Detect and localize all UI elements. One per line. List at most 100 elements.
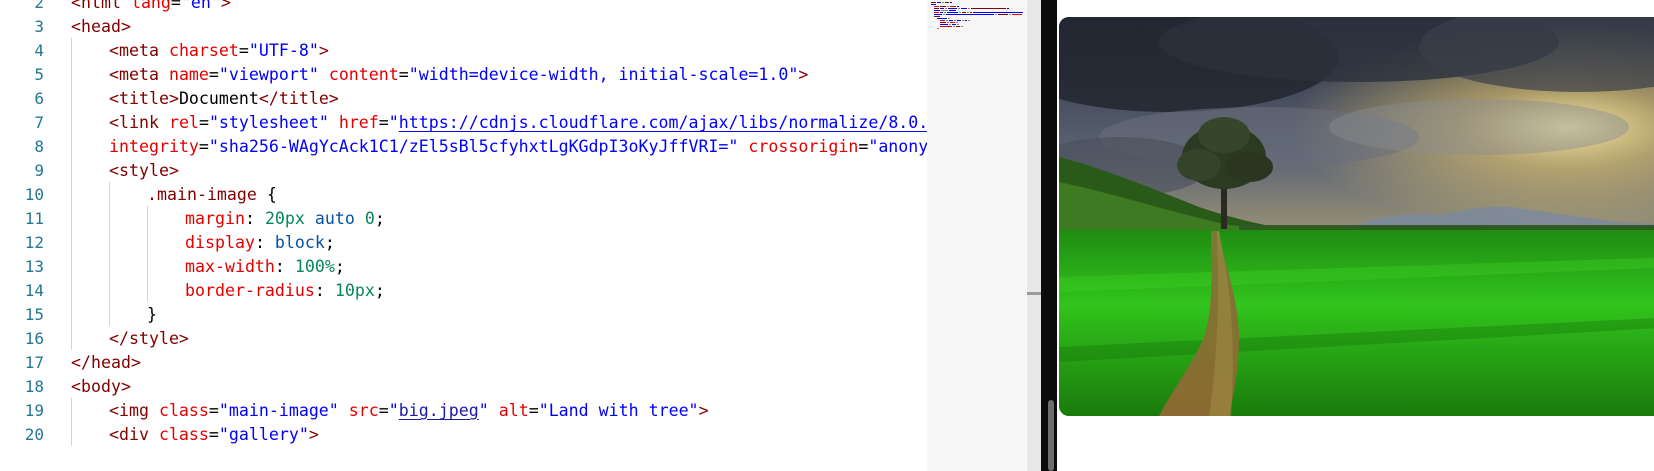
code-token: name <box>168 65 209 84</box>
code-token: " <box>388 113 399 132</box>
indent-guide <box>147 254 148 278</box>
code-line[interactable]: integrity="sha256-WAgYcAck1C1/zEl5sBl5cf… <box>109 134 927 159</box>
minimap-token <box>958 8 960 9</box>
code-token: 20px <box>264 209 305 228</box>
code-token[interactable]: big.jpeg <box>399 401 479 420</box>
code-line[interactable]: <html lang="en"> <box>71 0 231 15</box>
minimap-token <box>954 20 956 21</box>
code-token: "anonymous" <box>868 137 927 156</box>
code-token: : <box>274 257 295 276</box>
code-line[interactable]: .main-image { <box>147 182 277 207</box>
code-token: border-radius <box>185 281 315 300</box>
code-line[interactable]: } <box>147 302 157 327</box>
code-token: : <box>314 281 335 300</box>
code-line[interactable]: </head> <box>71 350 141 375</box>
code-token: = <box>398 65 409 84</box>
code-token: = <box>198 137 209 156</box>
code-line[interactable]: <body> <box>71 374 131 399</box>
minimap-token <box>949 24 951 25</box>
minimap-token <box>940 22 946 23</box>
code-line[interactable]: <link rel="stylesheet" href="https://cdn… <box>109 110 927 135</box>
code-token: = <box>208 65 219 84</box>
code-token: " <box>478 401 489 420</box>
indent-guide <box>71 326 72 350</box>
code-token: ; <box>334 257 345 276</box>
minimap-token <box>940 26 952 27</box>
code-token: ; <box>324 233 335 252</box>
minimap-token <box>995 14 997 15</box>
minimap-token <box>934 10 940 11</box>
indent-guide <box>71 158 72 182</box>
code-token: rel <box>168 113 199 132</box>
code-token: integrity <box>109 137 199 156</box>
code-line[interactable]: <meta name="viewport" content="width=dev… <box>109 62 808 87</box>
code-line[interactable]: <img class="main-image" src="big.jpeg" a… <box>109 398 709 423</box>
minimap-token <box>968 20 970 21</box>
minimap-token <box>943 14 945 15</box>
minimap-token <box>937 18 947 19</box>
indent-guide <box>109 302 110 326</box>
main-image <box>1059 17 1654 416</box>
code-line[interactable]: margin: 20px auto 0; <box>185 206 385 231</box>
code-line[interactable]: <head> <box>71 14 131 39</box>
minimap-token <box>940 24 948 25</box>
minimap-token <box>934 8 939 9</box>
code-token: > <box>798 65 809 84</box>
code-token: "UTF-8" <box>248 41 319 60</box>
minimap-token <box>956 26 960 27</box>
code-token: <head> <box>71 17 131 36</box>
minimap-token <box>970 12 972 13</box>
indent-guide <box>147 206 148 230</box>
preview-scrollbar-thumb[interactable] <box>1048 400 1054 471</box>
code-token: src <box>348 401 379 420</box>
code-line[interactable]: border-radius: 10px; <box>185 278 385 303</box>
indent-guide <box>71 422 72 446</box>
code-token: Document <box>178 89 259 108</box>
code-token: = <box>208 425 219 444</box>
minimap-token <box>937 28 939 29</box>
minimap-token <box>947 22 949 23</box>
minimap-token <box>962 12 966 13</box>
code-token: > <box>220 0 231 12</box>
code-line[interactable]: </style> <box>109 326 189 351</box>
minimap-token <box>940 12 943 13</box>
code-line[interactable]: display: block; <box>185 230 335 255</box>
code-line[interactable]: <div class="gallery"> <box>109 422 319 447</box>
minimap-token <box>931 4 936 5</box>
code-token: "stylesheet" <box>208 113 329 132</box>
code-line[interactable]: <title>Document</title> <box>109 86 339 111</box>
code-token: href <box>338 113 379 132</box>
minimap-token <box>957 6 959 7</box>
code-token: = <box>528 401 539 420</box>
code-token[interactable]: https://cdnjs.cloudflare.com/ajax/libs/n… <box>399 113 927 132</box>
code-token: <body> <box>71 377 131 396</box>
code-line[interactable]: max-width: 100%; <box>185 254 345 279</box>
minimap-token <box>946 20 948 21</box>
code-line[interactable]: <style> <box>109 158 179 183</box>
minimap-token <box>957 20 961 21</box>
minimap[interactable] <box>927 0 1027 471</box>
code-line[interactable]: <meta charset="UTF-8"> <box>109 38 329 63</box>
code-token: { <box>256 185 277 204</box>
minimap-token <box>942 2 944 3</box>
code-token: class <box>158 425 209 444</box>
minimap-viewport-slider[interactable] <box>927 0 1027 471</box>
minimap-token <box>949 10 956 11</box>
minimap-token <box>965 20 967 21</box>
code-editor[interactable]: 2 3 4 5 6 7 8 9 10 11 12 13 14 15 16 17 18 19 20 <html lan… <box>0 0 927 471</box>
indent-guide <box>71 206 72 230</box>
code-token: : <box>244 209 265 228</box>
code-area[interactable]: <html lang="en"> <head> <meta charset="UTF… <box>0 0 927 471</box>
code-token: <meta <box>109 65 169 84</box>
code-token: </head> <box>71 353 141 372</box>
code-token: " <box>388 401 399 420</box>
code-token: max-width <box>185 257 275 276</box>
minimap-token <box>950 22 955 23</box>
split-view-sash[interactable] <box>1027 0 1041 471</box>
minimap-token <box>947 6 949 7</box>
minimap-token <box>945 8 947 9</box>
minimap-token <box>998 14 1008 15</box>
code-token: "sha256-WAgYcAck1C1/zEl5sBl5cfyhxtLgKGdp… <box>208 137 739 156</box>
